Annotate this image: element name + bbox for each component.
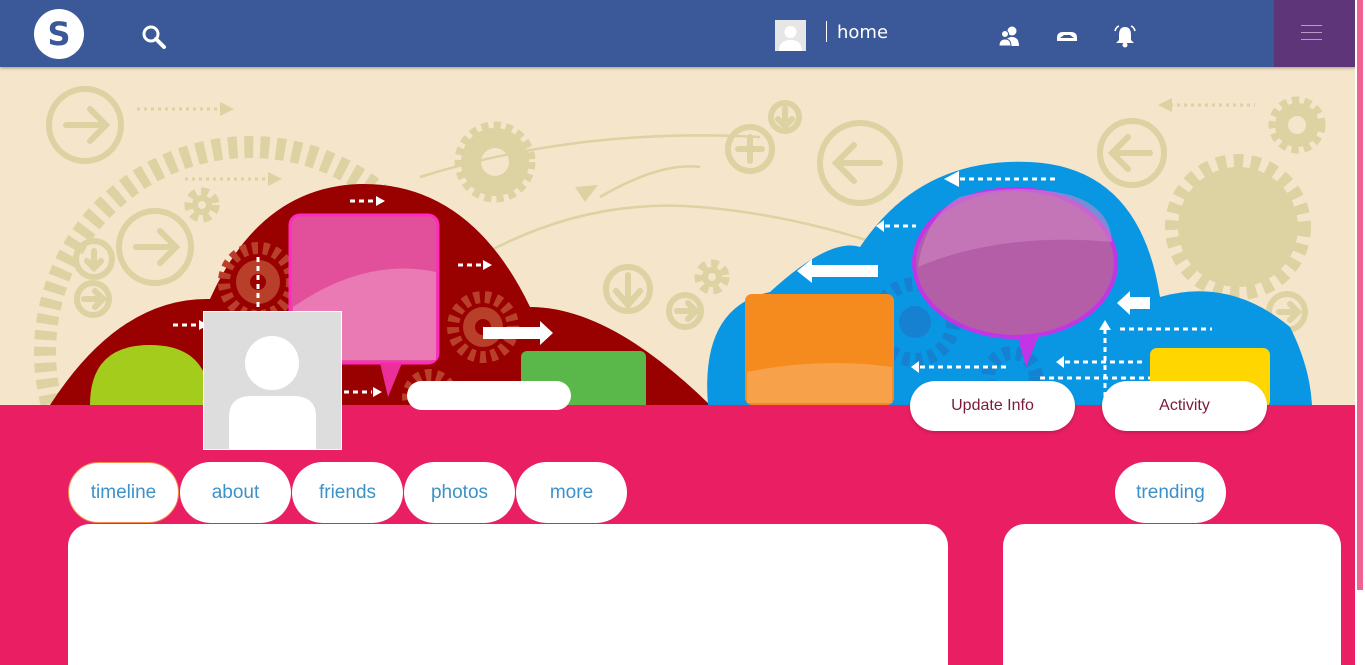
messages-icon[interactable] [1055, 24, 1079, 48]
nav-separator [826, 21, 827, 42]
tab-photos[interactable]: photos [404, 462, 515, 523]
notifications-icon[interactable] [1113, 24, 1137, 48]
trending-card [1003, 524, 1341, 665]
profile-picture[interactable] [203, 311, 342, 450]
site-logo[interactable]: S [34, 9, 84, 59]
activity-button[interactable]: Activity [1102, 381, 1267, 431]
default-avatar-icon [229, 336, 316, 449]
tab-friends[interactable]: friends [292, 462, 403, 523]
tab-about[interactable]: about [180, 462, 291, 523]
home-link[interactable]: home [837, 21, 888, 45]
profile-name-field [407, 381, 571, 410]
tab-more[interactable]: more [516, 462, 627, 523]
scrollbar-thumb[interactable] [1357, 0, 1363, 590]
tab-timeline[interactable]: timeline [68, 462, 179, 523]
page-scrollbar[interactable] [1355, 0, 1365, 665]
update-info-button[interactable]: Update Info [910, 381, 1075, 431]
friends-icon[interactable] [997, 24, 1021, 48]
top-navigation-bar: S home [0, 0, 1355, 67]
timeline-card [68, 524, 948, 665]
search-icon[interactable] [141, 24, 167, 50]
tab-trending[interactable]: trending [1115, 462, 1226, 523]
nav-avatar[interactable] [775, 20, 806, 51]
menu-button[interactable] [1274, 0, 1355, 67]
